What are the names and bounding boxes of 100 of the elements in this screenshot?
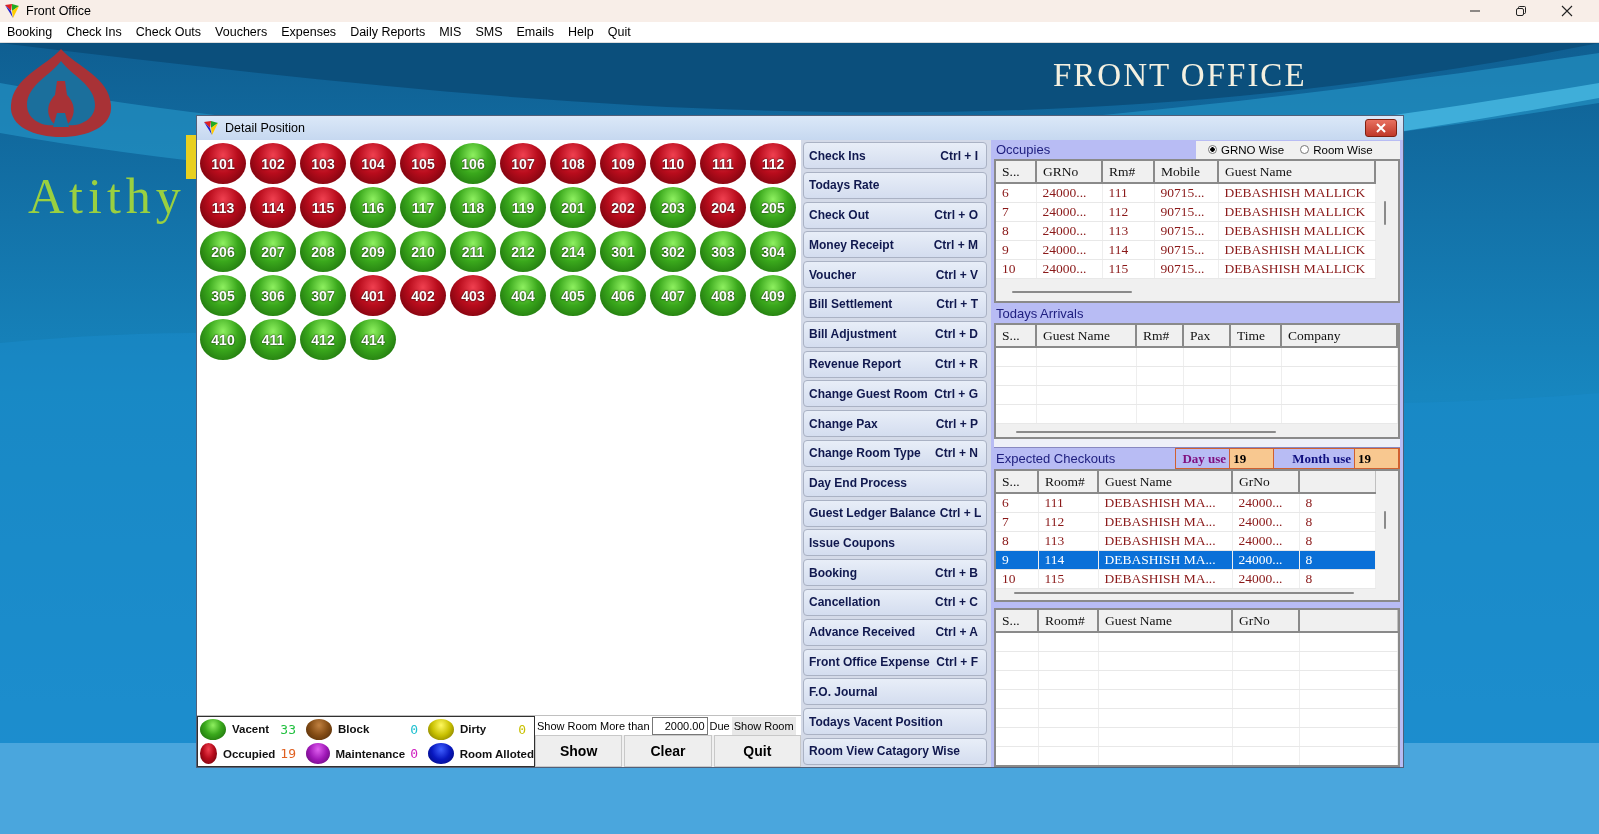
command-button[interactable]: Issue Coupons: [803, 529, 987, 557]
menu-item[interactable]: Help: [568, 25, 594, 39]
close-icon[interactable]: [1561, 5, 1573, 17]
command-button[interactable]: Todays Rate: [803, 171, 987, 199]
command-button[interactable]: Front Office Expense Ctrl + F: [803, 648, 987, 676]
room-button[interactable]: 202: [600, 187, 646, 228]
radio-button[interactable]: Room Wise: [1300, 143, 1373, 156]
room-button[interactable]: 109: [600, 143, 646, 184]
vertical-scrollbar[interactable]: [1384, 201, 1386, 225]
action-button[interactable]: Show: [535, 735, 623, 767]
column-header[interactable]: S...: [996, 610, 1038, 632]
column-header[interactable]: Guest Name: [1218, 161, 1375, 183]
table-row[interactable]: 10 24000... 115 90715... DEBASHISH MALLICK: [996, 259, 1375, 279]
menu-item[interactable]: MIS: [439, 25, 462, 39]
table-row[interactable]: 6 24000... 111 90715... DEBASHISH MALLICK: [996, 183, 1375, 203]
command-button[interactable]: Cancellation Ctrl + C: [803, 588, 987, 616]
table-row[interactable]: 8 113 DEBASHISH MA... 24000... 8: [996, 531, 1376, 551]
column-header[interactable]: GRNo: [1036, 161, 1102, 183]
room-button[interactable]: 103: [300, 143, 346, 184]
room-button[interactable]: 111: [700, 143, 746, 184]
table-row[interactable]: 10 115 DEBASHISH MA... 24000... 8: [996, 569, 1376, 589]
table-row[interactable]: 7 112 DEBASHISH MA... 24000... 8: [996, 512, 1376, 532]
horizontal-scrollbar[interactable]: [1014, 592, 1354, 594]
command-button[interactable]: Bill Adjustment Ctrl + D: [803, 320, 987, 348]
legend-count: 0: [517, 721, 526, 737]
column-header[interactable]: S...: [996, 161, 1036, 183]
room-button[interactable]: 102: [250, 143, 296, 184]
legend-count: 33: [279, 721, 296, 737]
room-button[interactable]: 113: [200, 187, 246, 228]
vertical-scrollbar[interactable]: [1384, 511, 1386, 529]
menu-item[interactable]: Quit: [607, 25, 631, 39]
room-button[interactable]: 403: [450, 275, 496, 316]
room-button[interactable]: 107: [500, 143, 546, 184]
column-header[interactable]: Rm#: [1136, 325, 1183, 347]
column-header[interactable]: Time: [1230, 325, 1281, 347]
column-header[interactable]: Guest Name: [1098, 610, 1232, 632]
command-button[interactable]: Check Out Ctrl + O: [803, 201, 987, 229]
command-button[interactable]: Revenue Report Ctrl + R: [803, 350, 987, 378]
table-row[interactable]: 7 24000... 112 90715... DEBASHISH MALLICK: [996, 202, 1375, 222]
room-button[interactable]: 112: [750, 143, 796, 184]
room-button[interactable]: 402: [400, 275, 446, 316]
menu-item[interactable]: Check Outs: [135, 25, 202, 39]
column-header[interactable]: S...: [996, 471, 1038, 493]
restore-icon[interactable]: [1515, 5, 1527, 17]
room-button[interactable]: 104: [350, 143, 396, 184]
command-button[interactable]: Booking Ctrl + B: [803, 559, 987, 587]
command-button[interactable]: Check Ins Ctrl + I: [803, 142, 987, 169]
column-header[interactable]: Mobile: [1154, 161, 1218, 183]
command-button[interactable]: Change Pax Ctrl + P: [803, 410, 987, 438]
legend-label: Maintenance: [335, 747, 406, 760]
horizontal-scrollbar[interactable]: [1012, 291, 1132, 293]
menu-item[interactable]: Booking: [7, 25, 53, 39]
room-button[interactable]: 114: [250, 187, 296, 228]
room-button[interactable]: 110: [650, 143, 696, 184]
status-ball-icon: [200, 743, 217, 765]
menu-item[interactable]: Expenses: [281, 25, 337, 39]
column-header[interactable]: Pax: [1183, 325, 1230, 347]
room-button[interactable]: 204: [700, 187, 746, 228]
table-row[interactable]: 9 24000... 114 90715... DEBASHISH MALLICK: [996, 240, 1375, 260]
table-row[interactable]: 8 24000... 113 90715... DEBASHISH MALLICK: [996, 221, 1375, 241]
column-header[interactable]: Rm#: [1102, 161, 1154, 183]
command-button[interactable]: Money Receipt Ctrl + M: [803, 231, 987, 259]
action-button[interactable]: Quit: [713, 735, 801, 767]
room-button[interactable]: 105: [400, 143, 446, 184]
table-row[interactable]: 6 111 DEBASHISH MA... 24000... 8: [996, 493, 1376, 513]
column-header[interactable]: GrNo: [1232, 471, 1299, 493]
command-button[interactable]: Todays Vacent Position: [803, 708, 987, 736]
close-button[interactable]: [1365, 119, 1397, 137]
command-button[interactable]: Day End Process: [803, 469, 987, 497]
command-button[interactable]: Change Guest Room Ctrl + G: [803, 380, 987, 408]
menu-item[interactable]: Daily Reports: [350, 25, 426, 39]
show-room-button[interactable]: Show Room: [731, 716, 796, 735]
room-button[interactable]: 401: [350, 275, 396, 316]
room-button[interactable]: 101: [200, 143, 246, 184]
room-button[interactable]: 108: [550, 143, 596, 184]
command-button[interactable]: Room View Catagory Wise: [803, 737, 987, 765]
menu-item[interactable]: Vouchers: [215, 25, 268, 39]
command-button[interactable]: Voucher Ctrl + V: [803, 261, 987, 289]
amount-field[interactable]: 2000.00: [651, 716, 708, 735]
column-header[interactable]: Company: [1281, 325, 1397, 347]
column-header[interactable]: Guest Name: [1036, 325, 1136, 347]
column-header[interactable]: Room#: [1038, 610, 1098, 632]
command-button[interactable]: Change Room Type Ctrl + N: [803, 439, 987, 467]
command-button[interactable]: Advance Received Ctrl + A: [803, 618, 987, 646]
command-button[interactable]: Guest Ledger Balance Ctrl + L: [803, 499, 987, 527]
column-header[interactable]: S...: [996, 325, 1036, 347]
command-button[interactable]: Bill Settlement Ctrl + T: [803, 291, 987, 318]
table-row[interactable]: 9 114 DEBASHISH MA... 24000... 8: [996, 550, 1376, 570]
radio-button[interactable]: GRNO Wise: [1208, 143, 1285, 156]
section-title: Expected Checkouts: [995, 451, 1116, 466]
menu-item[interactable]: Check Ins: [66, 25, 122, 39]
menu-item[interactable]: Emails: [516, 25, 554, 39]
command-button[interactable]: F.O. Journal: [803, 678, 987, 706]
column-header[interactable]: Room#: [1038, 471, 1098, 493]
action-button[interactable]: Clear: [624, 735, 712, 767]
menu-item[interactable]: SMS: [475, 25, 503, 39]
column-header[interactable]: Guest Name: [1098, 471, 1232, 493]
horizontal-scrollbar[interactable]: [1016, 431, 1276, 433]
column-header[interactable]: GrNo: [1232, 610, 1299, 632]
room-button[interactable]: 115: [300, 187, 346, 228]
